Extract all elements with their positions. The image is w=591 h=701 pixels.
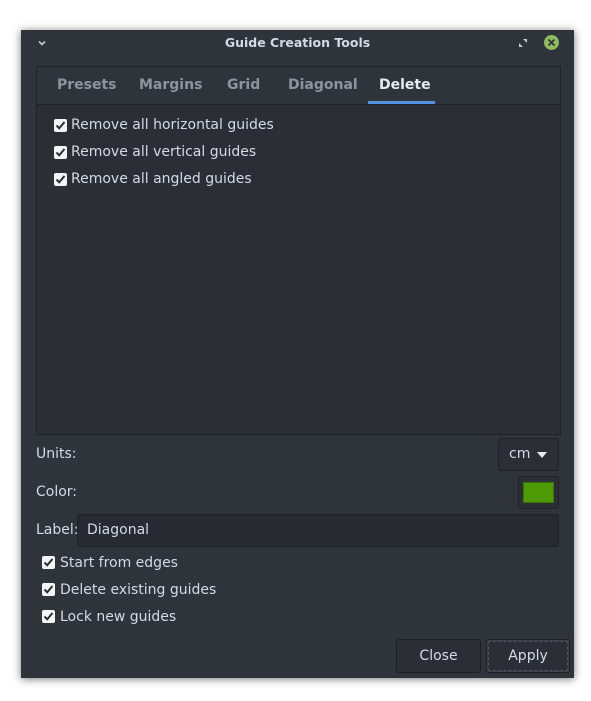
checkbox-remove-horizontal[interactable] (54, 119, 67, 132)
checkmark-icon (43, 585, 54, 594)
color-picker-button[interactable] (518, 476, 559, 509)
tab-bar: Presets Margins Grid Diagonal Delete (37, 67, 560, 105)
active-tab-indicator (368, 101, 435, 104)
tab-diagonal[interactable]: Diagonal (288, 67, 358, 104)
tab-grid[interactable]: Grid (227, 67, 260, 104)
color-label: Color: (36, 484, 78, 500)
checkbox-remove-angled[interactable] (54, 173, 67, 186)
remove-vertical-label[interactable]: Remove all vertical guides (71, 144, 256, 160)
tab-margins[interactable]: Margins (139, 67, 202, 104)
units-value: cm (509, 446, 531, 462)
restore-icon[interactable] (518, 37, 528, 47)
remove-horizontal-label[interactable]: Remove all horizontal guides (71, 117, 274, 133)
checkmark-icon (43, 558, 54, 567)
checkbox-start-from-edges[interactable] (42, 556, 55, 569)
remove-angled-label[interactable]: Remove all angled guides (71, 171, 252, 187)
window-title: Guide Creation Tools (224, 35, 371, 50)
delete-existing-label[interactable]: Delete existing guides (60, 582, 216, 598)
close-button[interactable]: Close (396, 639, 481, 673)
checkmark-icon (55, 148, 66, 157)
title-bar[interactable]: Guide Creation Tools (21, 30, 574, 55)
tab-presets[interactable]: Presets (57, 67, 117, 104)
checkbox-lock-new[interactable] (42, 610, 55, 623)
checkmark-icon (55, 121, 66, 130)
start-from-edges-label[interactable]: Start from edges (60, 555, 178, 571)
units-dropdown[interactable]: cm (498, 438, 559, 471)
checkbox-delete-existing[interactable] (42, 583, 55, 596)
tab-panel: Presets Margins Grid Diagonal Delete Rem… (36, 66, 561, 435)
triangle-down-icon (537, 452, 547, 458)
guide-label-input[interactable]: Diagonal (77, 514, 559, 547)
close-icon[interactable] (544, 35, 559, 50)
lock-new-label[interactable]: Lock new guides (60, 609, 176, 625)
units-label: Units: (36, 446, 77, 462)
tab-delete[interactable]: Delete (379, 67, 431, 104)
dialog-window: Guide Creation Tools Presets Margins Gri… (21, 30, 574, 678)
apply-button[interactable]: Apply (486, 639, 570, 673)
checkbox-remove-vertical[interactable] (54, 146, 67, 159)
checkmark-icon (55, 175, 66, 184)
guide-label-label: Label: (36, 522, 79, 538)
checkmark-icon (43, 612, 54, 621)
color-swatch (523, 482, 554, 503)
